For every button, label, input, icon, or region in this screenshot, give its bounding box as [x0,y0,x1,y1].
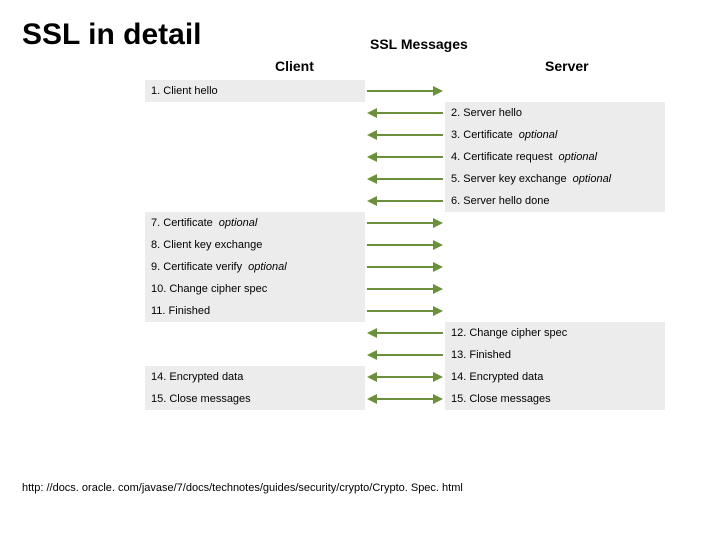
arrow-left-icon [367,146,443,168]
arrow-right-icon [367,234,443,256]
msg-server-block-2: 12. Change cipher spec 13. Finished [445,322,665,366]
msg-client-block-2: 7. Certificateoptional 8. Client key exc… [145,212,365,322]
page-title: SSL in detail [22,18,698,52]
arrow-right-icon [367,300,443,322]
msg-server-block-1: 2. Server hello 3. Certificateoptional 4… [445,102,665,212]
column-header-server: Server [545,58,589,74]
msg-client-hello: 1. Client hello [145,80,365,102]
arrow-left-icon [367,168,443,190]
arrow-left-icon [367,322,443,344]
arrow-right-icon [367,212,443,234]
arrow-both-icon [367,388,443,410]
footer-url: http: //docs. oracle. com/javase/7/docs/… [22,482,463,494]
arrow-right-icon [367,256,443,278]
ssl-sequence-diagram: 1. Client hello 2. Server hello 3. Certi… [145,80,665,414]
arrow-left-icon [367,344,443,366]
arrow-left-icon [367,124,443,146]
arrow-left-icon [367,190,443,212]
arrow-right-icon [367,278,443,300]
diagram-subtitle: SSL Messages [370,36,468,52]
arrow-left-icon [367,102,443,124]
arrow-right-icon [367,80,443,102]
arrow-both-icon [367,366,443,388]
column-header-client: Client [275,58,314,74]
